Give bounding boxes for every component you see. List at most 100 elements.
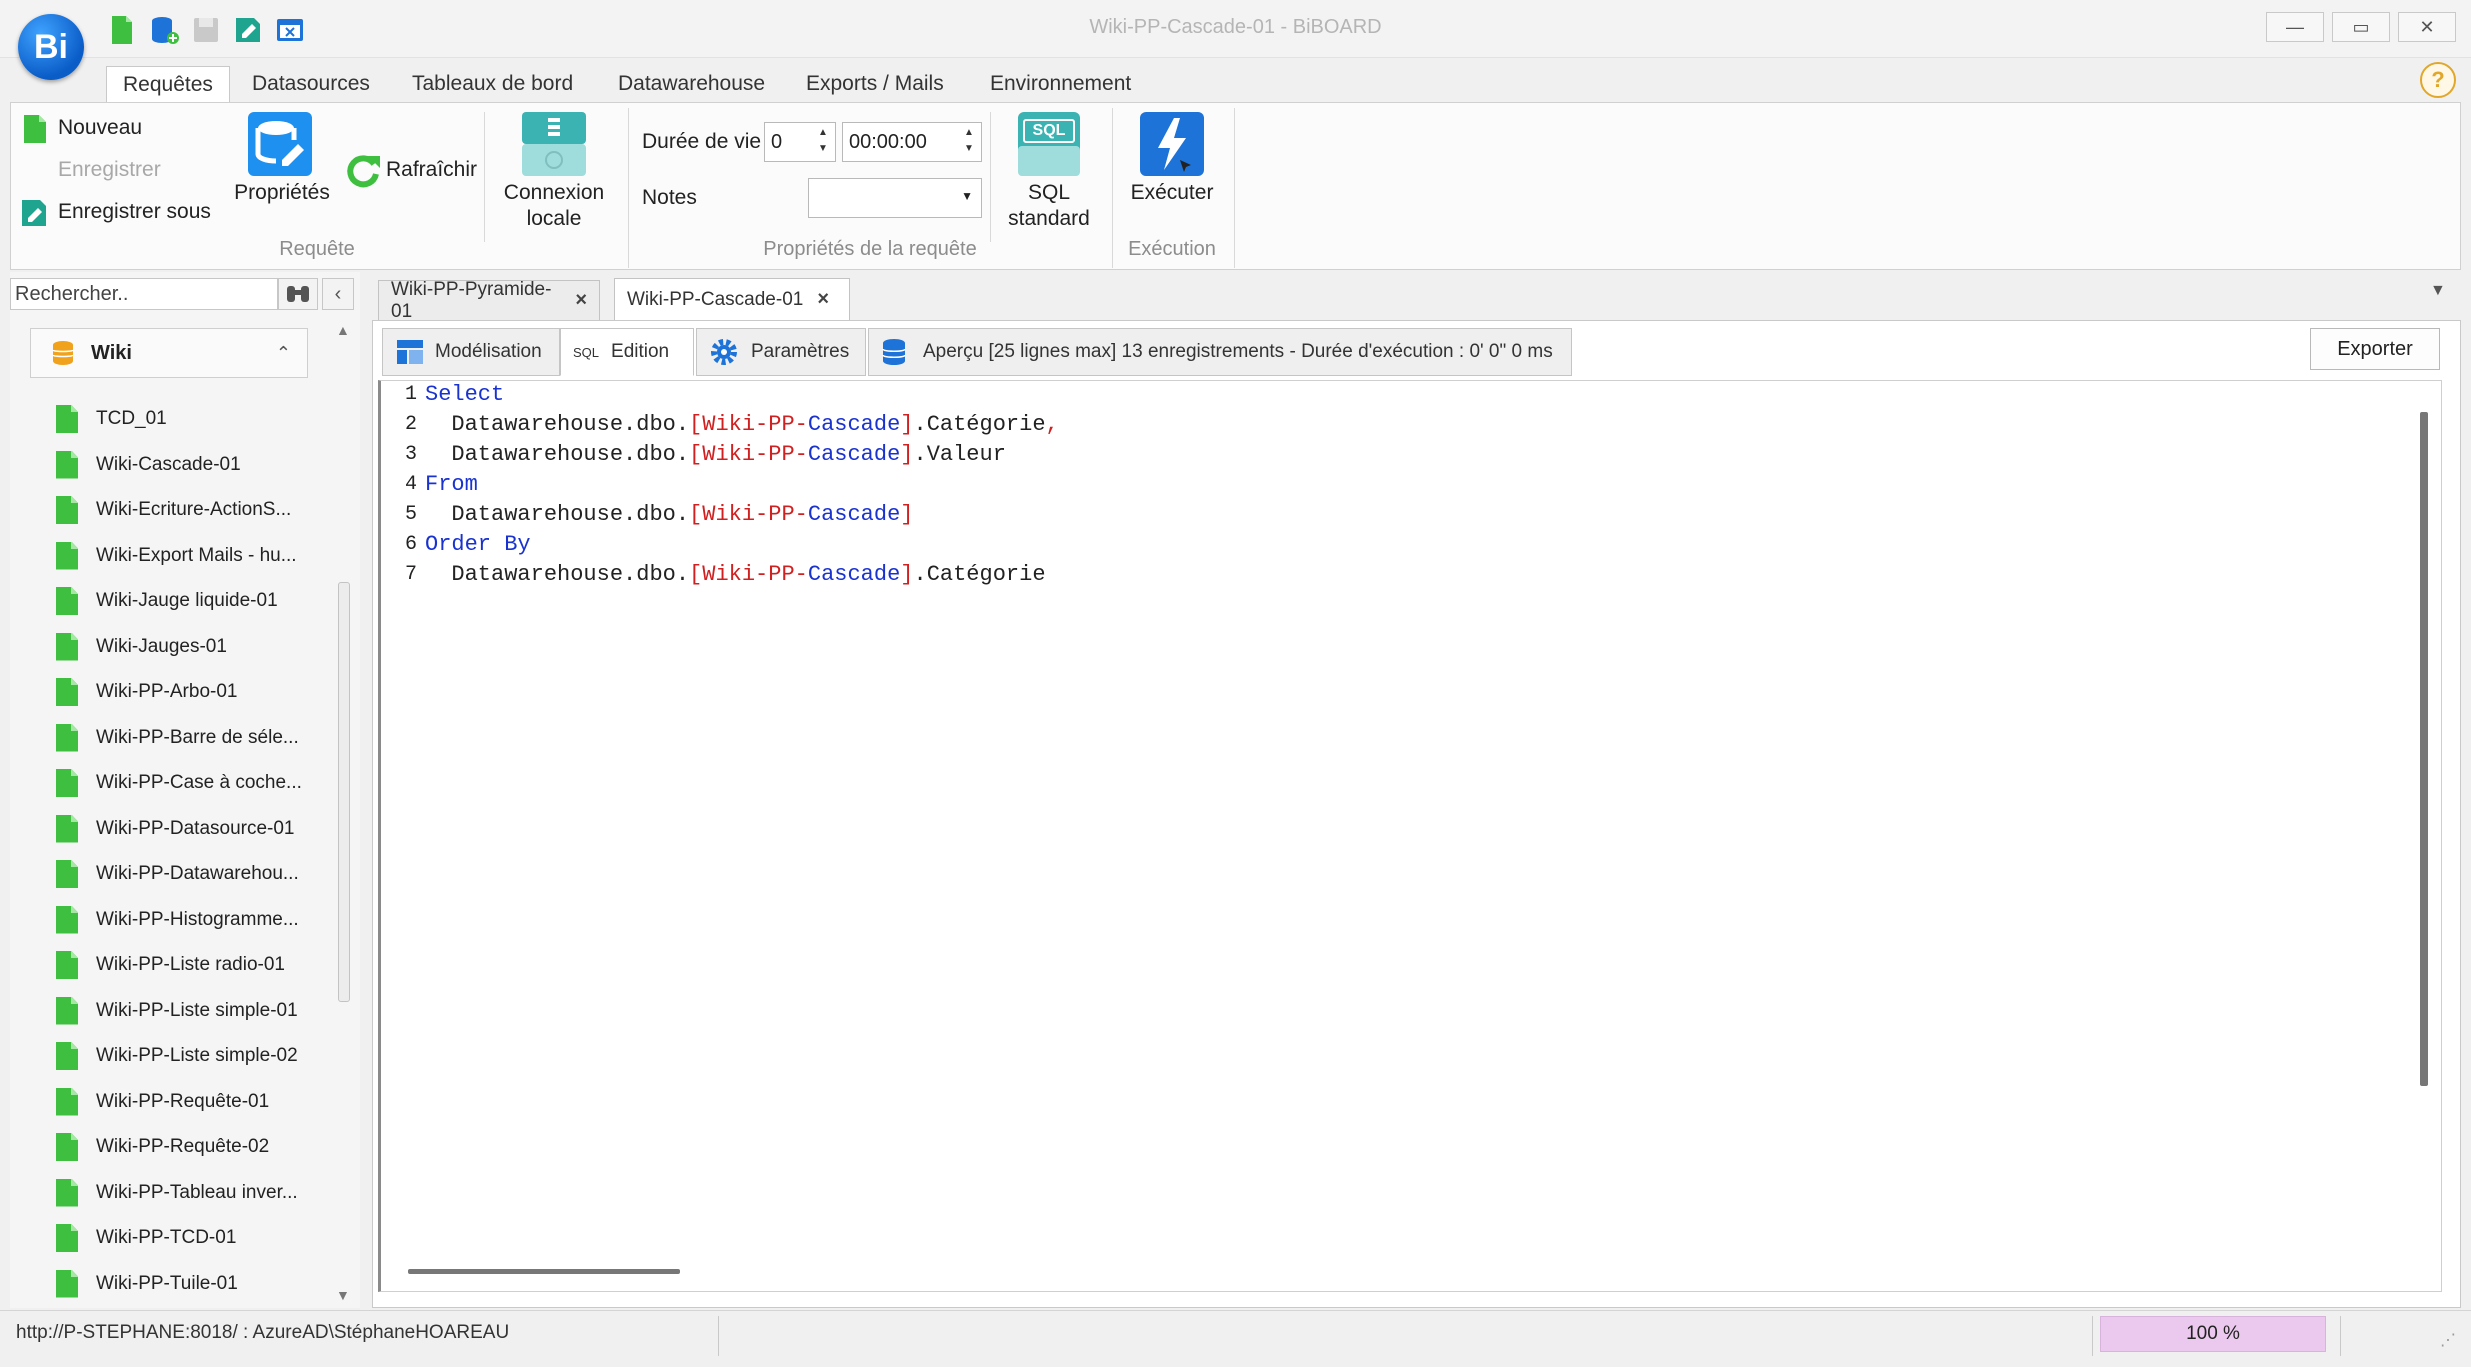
sql-standard-icon[interactable] xyxy=(1016,110,1082,178)
sql-table-open: [Wiki- xyxy=(689,411,769,437)
tab-environnement[interactable]: Environnement xyxy=(974,66,1147,102)
query-file-icon xyxy=(56,1087,78,1116)
line-number: 4 xyxy=(404,472,417,496)
subtab-parametres[interactable]: Paramètres xyxy=(696,328,866,376)
search-input[interactable]: Rechercher.. xyxy=(10,278,278,310)
subtab-label: Paramètres xyxy=(751,341,850,362)
tree-item[interactable]: Wiki-PP-Datawarehou... xyxy=(56,859,299,889)
save-query-button[interactable]: Enregistrer xyxy=(58,158,161,182)
maximize-button[interactable]: ▭ xyxy=(2332,12,2390,42)
notes-label: Notes xyxy=(642,186,697,209)
doc-tab-cascade[interactable]: Wiki-PP-Cascade-01 × xyxy=(614,278,850,320)
new-query-button[interactable]: Nouveau xyxy=(58,116,142,140)
doc-tab-pyramide[interactable]: Wiki-PP-Pyramide-01 × xyxy=(378,279,600,322)
code-line: 5 Datawarehouse.dbo. [Wiki- PP - Cascade] xyxy=(381,499,914,529)
group-header-wiki[interactable]: Wiki ⌃ xyxy=(30,328,308,378)
execute-icon[interactable] xyxy=(1138,110,1206,178)
tree-item[interactable]: Wiki-PP-Histogramme... xyxy=(56,905,299,935)
resize-grip-icon[interactable]: ⋰ xyxy=(2440,1330,2456,1350)
code-line: 6 Order By xyxy=(381,529,531,559)
save-as-query-button[interactable]: Enregistrer sous xyxy=(58,200,211,224)
sql-table-mid: PP xyxy=(768,501,795,527)
tree-item[interactable]: TCD_01 xyxy=(56,404,167,434)
sql-table-close: ] xyxy=(900,561,914,587)
close-icon[interactable]: × xyxy=(817,288,829,311)
sql-schema: Datawarehouse.dbo. xyxy=(451,411,690,437)
execute-button[interactable]: Exécuter xyxy=(1116,180,1228,206)
tree-item[interactable]: Wiki-Ecriture-ActionS... xyxy=(56,495,291,525)
tree-item[interactable]: Wiki-PP-Barre de séle... xyxy=(56,723,299,753)
sql-schema: Datawarehouse.dbo. xyxy=(451,501,690,527)
sql-standard-label-1[interactable]: SQL xyxy=(994,180,1104,206)
close-icon[interactable]: × xyxy=(575,289,587,312)
panel-splitter[interactable] xyxy=(360,272,368,1308)
spinner-arrows-icon[interactable]: ▲ ▼ xyxy=(961,125,977,159)
close-button[interactable]: ✕ xyxy=(2398,12,2456,42)
lifetime-time: 00:00:00 xyxy=(849,130,927,153)
refresh-button[interactable]: Rafraîchir xyxy=(386,158,477,182)
tree-item[interactable]: Wiki-PP-Tuile-01 xyxy=(56,1269,238,1299)
tree-item[interactable]: Wiki-PP-TCD-01 xyxy=(56,1223,236,1253)
chevron-up-icon[interactable]: ⌃ xyxy=(276,343,291,364)
tree-item-label: Wiki-PP-Liste simple-02 xyxy=(96,1045,298,1066)
sql-table-name: Cascade xyxy=(807,411,901,437)
sql-standard-label-2[interactable]: standard xyxy=(994,206,1104,232)
tab-requetes[interactable]: Requêtes xyxy=(106,66,230,102)
tree-item[interactable]: Wiki-PP-Liste simple-02 xyxy=(56,1041,298,1071)
collapse-panel-button[interactable]: ‹ xyxy=(322,278,354,310)
lifetime-value-input[interactable]: 0 ▲ ▼ xyxy=(764,122,836,162)
zoom-level[interactable]: 100 % xyxy=(2100,1316,2326,1352)
tabs-dropdown-icon[interactable]: ▼ xyxy=(2430,282,2446,300)
tree-item[interactable]: Wiki-PP-Datasource-01 xyxy=(56,814,295,844)
query-file-icon xyxy=(56,1269,78,1298)
tab-datawarehouse[interactable]: Datawarehouse xyxy=(602,66,781,102)
tab-exports-mails[interactable]: Exports / Mails xyxy=(790,66,960,102)
tree-item[interactable]: Wiki-PP-Arbo-01 xyxy=(56,677,237,707)
subtab-apercu[interactable]: Aperçu [25 lignes max] 13 enregistrement… xyxy=(868,328,1572,376)
tab-tableaux-de-bord[interactable]: Tableaux de bord xyxy=(396,66,589,102)
query-file-icon xyxy=(56,1178,78,1207)
scroll-up-icon[interactable]: ▲ xyxy=(336,322,350,338)
lifetime-time-input[interactable]: 00:00:00 ▲ ▼ xyxy=(842,122,982,162)
export-button[interactable]: Exporter xyxy=(2310,328,2440,370)
help-icon[interactable]: ? xyxy=(2420,62,2456,98)
sql-table-mid: PP xyxy=(768,411,795,437)
tree-item[interactable]: Wiki-PP-Liste radio-01 xyxy=(56,950,285,980)
separator xyxy=(990,112,991,242)
local-connection-label-1[interactable]: Connexion xyxy=(494,180,614,206)
spinner-arrows-icon[interactable]: ▲ ▼ xyxy=(815,125,831,159)
tree-item-label: Wiki-PP-Liste radio-01 xyxy=(96,954,285,975)
tree-item[interactable]: Wiki-PP-Requête-02 xyxy=(56,1132,269,1162)
editor-vertical-scrollbar[interactable] xyxy=(2420,412,2428,1086)
app-logo[interactable]: Bi xyxy=(18,14,84,80)
local-connection-label-2[interactable]: locale xyxy=(494,206,614,232)
tree-item[interactable]: Wiki-Cascade-01 xyxy=(56,450,241,480)
notes-select[interactable]: ▼ xyxy=(808,178,982,218)
sql-table-dash: - xyxy=(794,441,808,467)
subtab-modelisation[interactable]: Modélisation xyxy=(382,328,560,376)
editor-horizontal-scrollbar[interactable] xyxy=(408,1269,680,1274)
tree-item[interactable]: Wiki-PP-Tableau inver... xyxy=(56,1178,298,1208)
tree-item-label: Wiki-PP-Tuile-01 xyxy=(96,1272,238,1294)
tab-datasources[interactable]: Datasources xyxy=(236,66,386,102)
tree-item[interactable]: Wiki-PP-Liste simple-01 xyxy=(56,996,298,1026)
code-line: 1 Select xyxy=(381,379,504,409)
properties-icon[interactable] xyxy=(246,110,314,178)
tree-item[interactable]: Wiki-Jauges-01 xyxy=(56,632,227,662)
scroll-down-icon[interactable]: ▼ xyxy=(336,1287,350,1303)
local-connection-icon[interactable] xyxy=(520,110,588,178)
sql-editor[interactable]: 1 Select 2 Datawarehouse.dbo. [Wiki- PP - Casc… xyxy=(378,380,2442,1292)
tree-item[interactable]: Wiki-PP-Case à coche... xyxy=(56,768,302,798)
binoculars-icon[interactable] xyxy=(278,278,318,310)
query-file-icon xyxy=(56,996,78,1025)
tree-scrollbar[interactable] xyxy=(338,582,350,1002)
minimize-button[interactable]: — xyxy=(2266,12,2324,42)
query-file-icon xyxy=(56,450,78,479)
tree-item[interactable]: Wiki-Jauge liquide-01 xyxy=(56,586,278,616)
subtab-edition[interactable]: SQL Edition xyxy=(560,328,694,376)
properties-button[interactable]: Propriétés xyxy=(226,180,338,206)
tree-item[interactable]: Wiki-Export Mails - hu... xyxy=(56,541,297,571)
tree-item[interactable]: Wiki-PP-Requête-01 xyxy=(56,1087,269,1117)
